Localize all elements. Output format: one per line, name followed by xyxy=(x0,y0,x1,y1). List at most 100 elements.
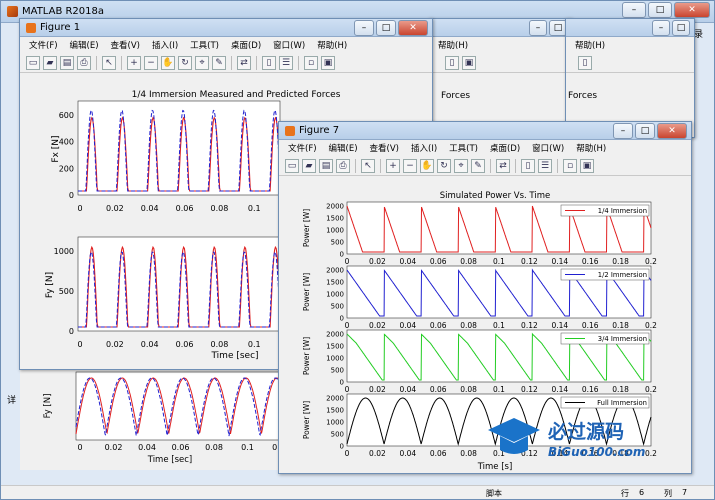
show-plot-tools-icon[interactable]: ▣ xyxy=(321,55,335,70)
background-figure-window-2[interactable]: – □ 帮助(H) ▯ Forces xyxy=(565,18,695,138)
close-button[interactable]: ✕ xyxy=(674,2,710,18)
figure1-menu-item-6[interactable]: 窗口(W) xyxy=(273,39,305,51)
power-y-tick-label: 500 xyxy=(331,239,344,247)
figure7-menu-item-5[interactable]: 桌面(D) xyxy=(490,142,520,154)
power-x-tick-label: 0.18 xyxy=(612,257,629,266)
figure7-menu-item-4[interactable]: 工具(T) xyxy=(449,142,478,154)
power-x-tick-label: 0 xyxy=(345,321,350,330)
power-y-tick-label: 500 xyxy=(331,367,344,375)
power-x-tick-label: 0.02 xyxy=(369,257,386,266)
power-y-tick-label: 500 xyxy=(331,303,344,311)
new-figure-icon[interactable]: ▭ xyxy=(26,55,40,70)
show-plot-tools-icon[interactable]: ▣ xyxy=(580,158,594,173)
background-x-tick-label: 0.04 xyxy=(138,443,156,452)
power-x-tick-label: 0.08 xyxy=(460,321,477,330)
y-tick-label: 0 xyxy=(69,327,74,336)
figure1-menu-item-0[interactable]: 文件(F) xyxy=(29,39,58,51)
app-title-right-fragment: 录 xyxy=(694,30,704,40)
data-cursor-icon[interactable]: ⌖ xyxy=(454,158,468,173)
legend-icon[interactable]: ☰ xyxy=(538,158,552,173)
background-ylabel: Fy [N] xyxy=(43,394,53,419)
save-icon[interactable]: ▤ xyxy=(60,55,74,70)
figure7-toolbar: ▭ ▰ ▤ ⎙ ↖ + − ✋ ↻ ⌖ ✎ ⇄ ▯ ☰ ▫ ▣ xyxy=(279,156,691,176)
figure1-menu-item-2[interactable]: 查看(V) xyxy=(111,39,140,51)
power-x-tick-label: 0.06 xyxy=(430,321,447,330)
figure1-title: Figure 1 xyxy=(40,22,81,33)
open-folder-icon[interactable]: ▰ xyxy=(43,55,57,70)
figure1-menu-item-1[interactable]: 编辑(E) xyxy=(70,39,99,51)
power-x-tick-label: 0.2 xyxy=(645,257,657,266)
power-legend-label: 1/4 Immersion xyxy=(598,207,647,215)
status-row-label: 行 xyxy=(621,489,629,498)
figure7-menu-item-3[interactable]: 插入(I) xyxy=(411,142,437,154)
new-figure-icon[interactable]: ▭ xyxy=(285,158,299,173)
colorbar-icon[interactable]: ▯ xyxy=(521,158,535,173)
link-icon[interactable]: ⇄ xyxy=(496,158,510,173)
power-x-tick-label: 0.02 xyxy=(369,321,386,330)
brush-icon[interactable]: ✎ xyxy=(471,158,485,173)
pan-hand-icon[interactable]: ✋ xyxy=(420,158,434,173)
power-legend-2: 1/2 Immersion xyxy=(560,268,650,281)
print-icon[interactable]: ⎙ xyxy=(77,55,91,70)
figure1-close-button[interactable]: ✕ xyxy=(398,20,428,36)
figure7-menu-item-0[interactable]: 文件(F) xyxy=(288,142,317,154)
power-legend-label: 3/4 Immersion xyxy=(598,335,647,343)
figure7-menu-item-2[interactable]: 查看(V) xyxy=(370,142,399,154)
figure1-menu-item-7[interactable]: 帮助(H) xyxy=(317,39,347,51)
rotate-icon[interactable]: ↻ xyxy=(178,55,192,70)
x-tick-label: 0.08 xyxy=(210,340,228,349)
background-figure-window-1[interactable]: – □ 帮助(H) ▯ ▣ Forces xyxy=(428,18,572,138)
zoom-out-icon[interactable]: − xyxy=(144,55,158,70)
status-bar: 脚本 行 6 列 7 xyxy=(1,485,714,499)
pan-hand-icon[interactable]: ✋ xyxy=(161,55,175,70)
figure7-minimize-button[interactable]: – xyxy=(613,123,633,139)
open-folder-icon[interactable]: ▰ xyxy=(302,158,316,173)
power-legend-label: 1/2 Immersion xyxy=(598,271,647,279)
power-x-tick-label: 0.12 xyxy=(521,385,538,394)
figure7-menu-item-7[interactable]: 帮助(H) xyxy=(576,142,606,154)
figure1-minimize-button[interactable]: – xyxy=(354,20,374,36)
power-x-tick-label: 0.2 xyxy=(645,385,657,394)
power-x-tick-label: 0.02 xyxy=(369,449,386,458)
power-y-tick-label: 1000 xyxy=(326,291,344,299)
figure1-menu-item-5[interactable]: 桌面(D) xyxy=(231,39,261,51)
power-subplot-3: 0 500 1000 1500 2000 Power [W] 0 0.02 0.04 0.06 0.… xyxy=(302,329,657,394)
data-cursor-icon[interactable]: ⌖ xyxy=(195,55,209,70)
power-x-tick-label: 0.08 xyxy=(460,385,477,394)
power-x-tick-label: 0.1 xyxy=(493,257,505,266)
figure7-menu-item-6[interactable]: 窗口(W) xyxy=(532,142,564,154)
x-tick-label: 0.1 xyxy=(248,204,261,213)
brush-icon[interactable]: ✎ xyxy=(212,55,226,70)
x-tick-label: 0.1 xyxy=(248,340,261,349)
maximize-button[interactable]: □ xyxy=(648,2,672,18)
figure1-maximize-button[interactable]: □ xyxy=(376,20,396,36)
minimize-button[interactable]: – xyxy=(622,2,646,18)
hide-plot-tools-icon[interactable]: ▫ xyxy=(304,55,318,70)
power-y-tick-label: 1500 xyxy=(326,215,344,223)
zoom-in-icon[interactable]: + xyxy=(386,158,400,173)
select-arrow-icon[interactable]: ↖ xyxy=(102,55,116,70)
power-x-tick-label: 0.2 xyxy=(645,321,657,330)
background-menu-help[interactable]: 帮助(H) xyxy=(575,39,605,51)
save-icon[interactable]: ▤ xyxy=(319,158,333,173)
hide-plot-tools-icon[interactable]: ▫ xyxy=(563,158,577,173)
colorbar-icon[interactable]: ▯ xyxy=(262,55,276,70)
power-y-tick-label: 2000 xyxy=(326,331,344,339)
zoom-in-icon[interactable]: + xyxy=(127,55,141,70)
print-icon[interactable]: ⎙ xyxy=(336,158,350,173)
figure1-menu-item-3[interactable]: 插入(I) xyxy=(152,39,178,51)
figure1-menu-item-4[interactable]: 工具(T) xyxy=(190,39,219,51)
figure7-menu-item-1[interactable]: 编辑(E) xyxy=(329,142,358,154)
zoom-out-icon[interactable]: − xyxy=(403,158,417,173)
power-legend-4: Full Immersion xyxy=(560,396,650,409)
power-x-tick-label: 0.14 xyxy=(551,257,568,266)
figure7-close-button[interactable]: ✕ xyxy=(657,123,687,139)
power-y-tick-label: 2000 xyxy=(326,203,344,211)
figure7-maximize-button[interactable]: □ xyxy=(635,123,655,139)
rotate-icon[interactable]: ↻ xyxy=(437,158,451,173)
legend-icon[interactable]: ☰ xyxy=(279,55,293,70)
select-arrow-icon[interactable]: ↖ xyxy=(361,158,375,173)
power-x-tick-label: 0.18 xyxy=(612,321,629,330)
x-tick-label: 0.02 xyxy=(106,204,124,213)
link-icon[interactable]: ⇄ xyxy=(237,55,251,70)
